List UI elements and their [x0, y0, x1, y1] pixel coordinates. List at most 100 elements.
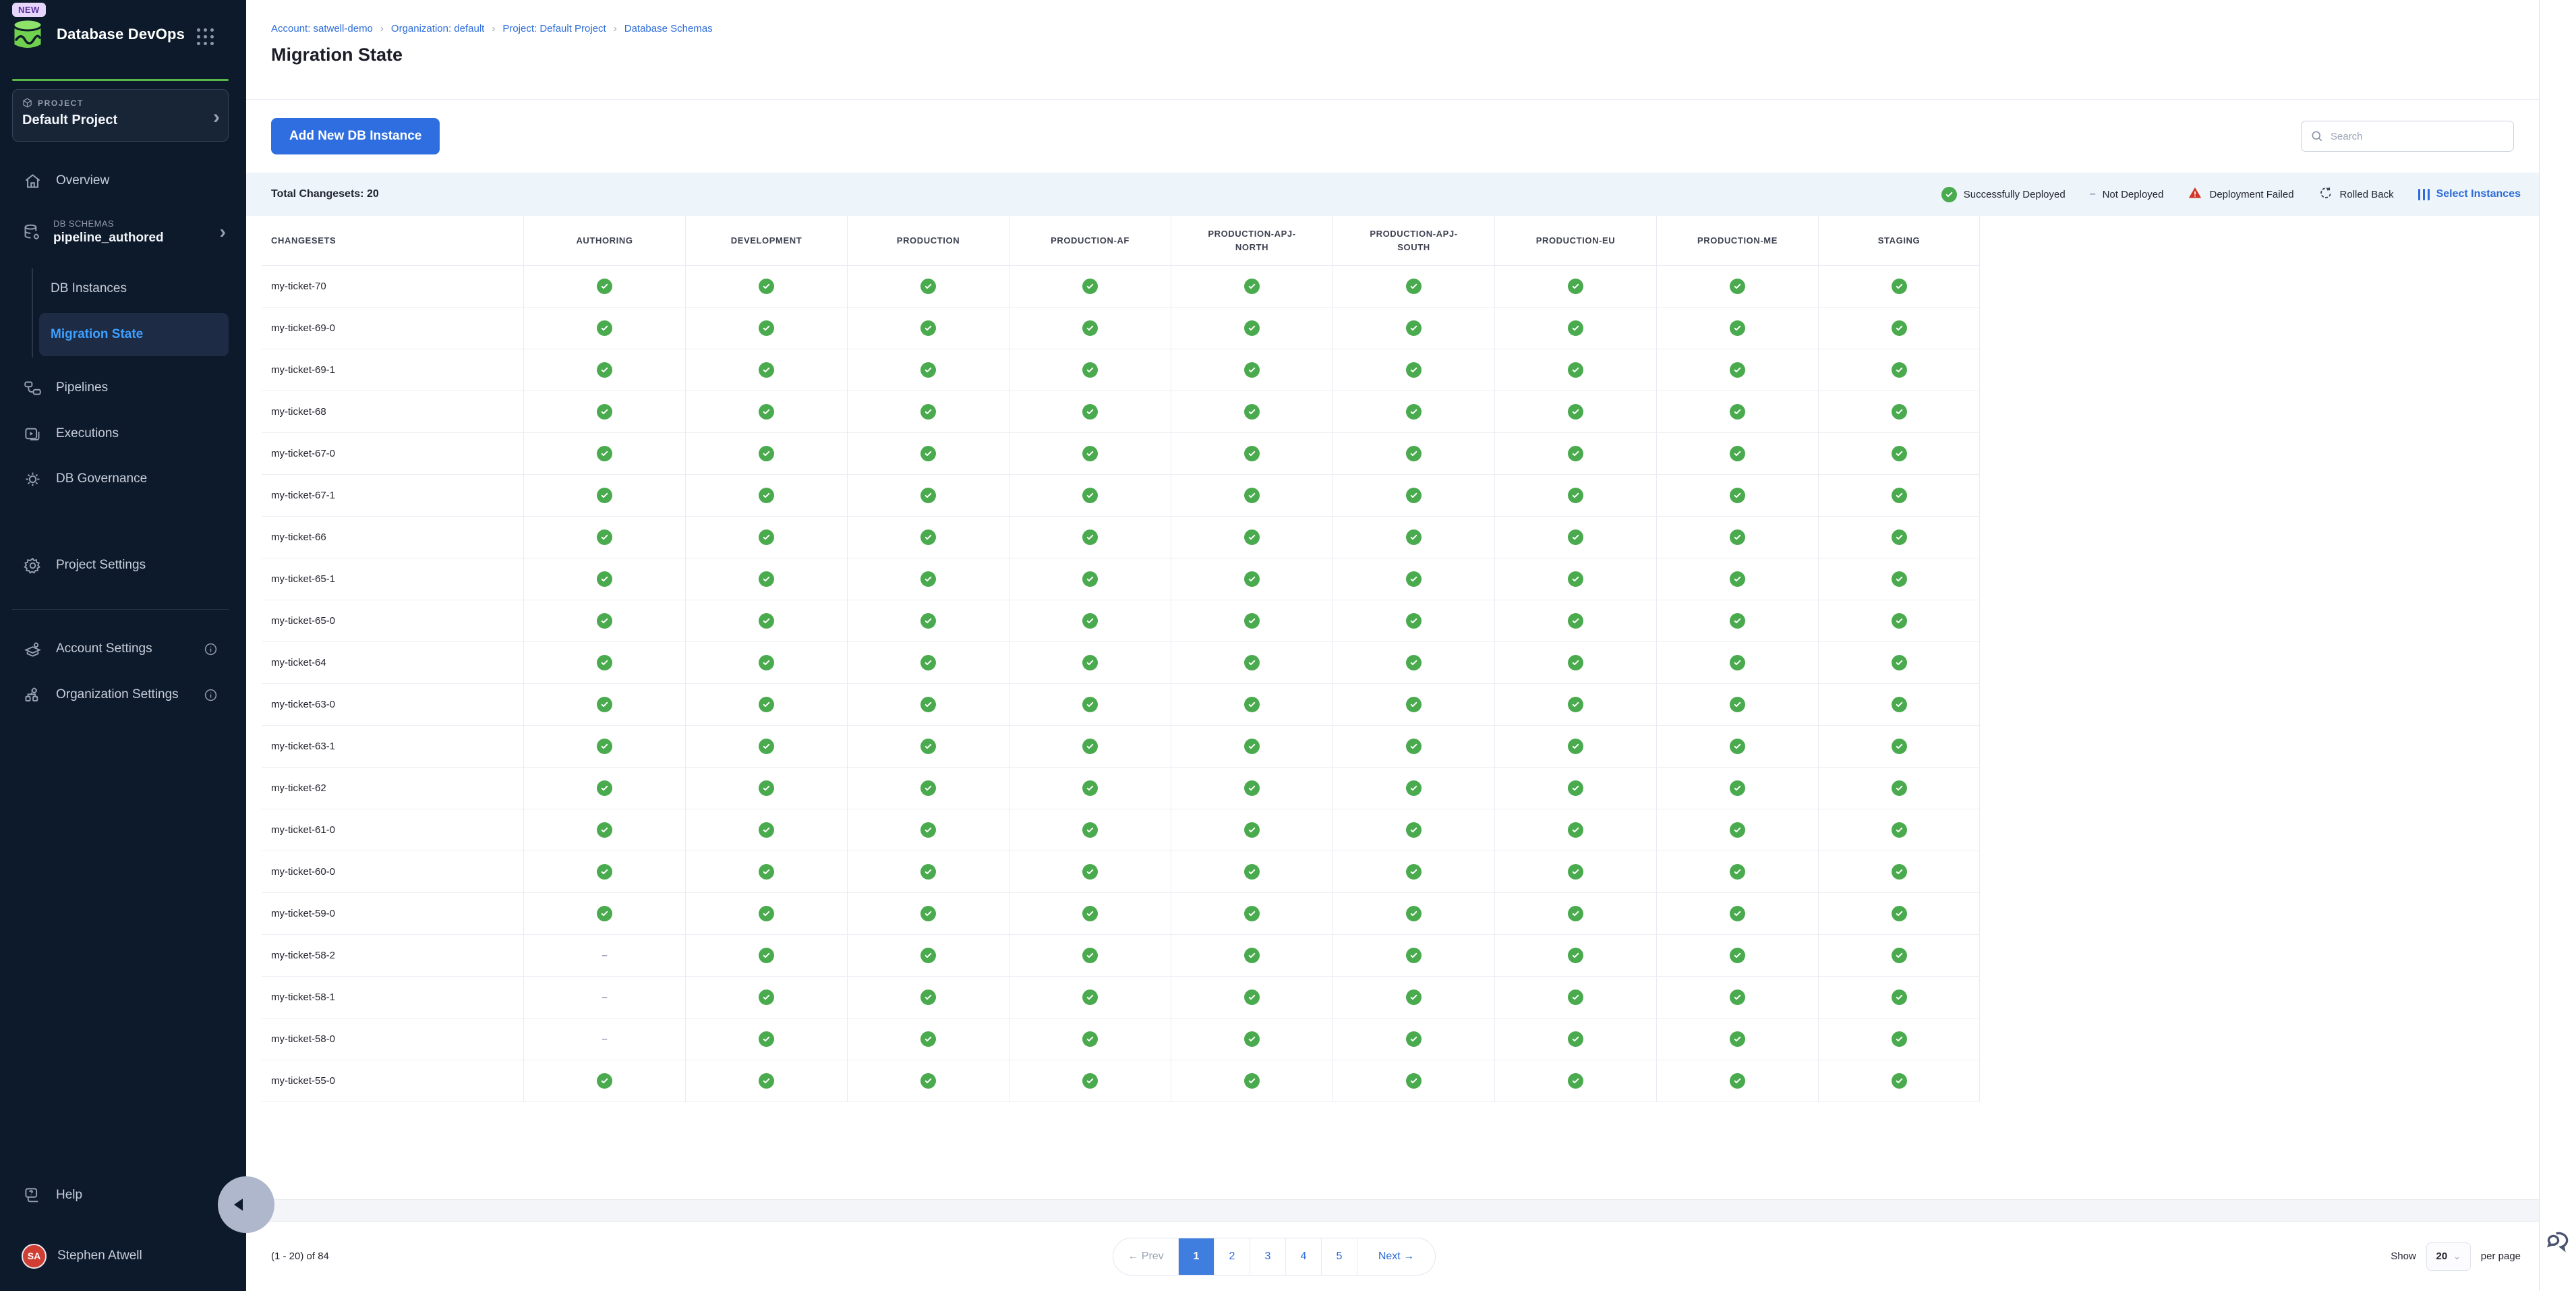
- status-cell[interactable]: [1818, 768, 1980, 809]
- breadcrumb-link[interactable]: Account: satwell-demo: [271, 23, 373, 34]
- status-cell[interactable]: [523, 726, 685, 768]
- status-cell[interactable]: [1494, 977, 1656, 1019]
- status-cell[interactable]: [1656, 558, 1818, 600]
- status-cell[interactable]: [1818, 642, 1980, 684]
- status-cell[interactable]: [1656, 349, 1818, 391]
- status-cell[interactable]: [1009, 475, 1171, 517]
- status-cell[interactable]: [1009, 851, 1171, 893]
- status-cell[interactable]: [1009, 391, 1171, 433]
- sidebar-item-db-schemas[interactable]: DB SCHEMAS pipeline_authored ›: [0, 210, 246, 254]
- status-cell[interactable]: [847, 726, 1009, 768]
- status-cell[interactable]: [847, 851, 1009, 893]
- status-cell[interactable]: [847, 768, 1009, 809]
- status-cell[interactable]: [1009, 266, 1171, 308]
- sidebar-item-pipelines[interactable]: Pipelines: [0, 369, 246, 407]
- status-cell[interactable]: [523, 600, 685, 642]
- status-cell[interactable]: [847, 349, 1009, 391]
- status-cell[interactable]: [685, 893, 847, 935]
- status-cell[interactable]: [1494, 1019, 1656, 1060]
- status-cell[interactable]: [1333, 308, 1494, 349]
- status-cell[interactable]: [1171, 893, 1333, 935]
- status-cell[interactable]: [1333, 851, 1494, 893]
- status-cell[interactable]: [1818, 684, 1980, 726]
- status-cell[interactable]: [847, 517, 1009, 558]
- status-cell[interactable]: [1656, 642, 1818, 684]
- status-cell[interactable]: [1333, 433, 1494, 475]
- status-cell[interactable]: [847, 809, 1009, 851]
- status-cell[interactable]: [685, 517, 847, 558]
- status-cell[interactable]: [1009, 809, 1171, 851]
- status-cell[interactable]: [1818, 726, 1980, 768]
- status-cell[interactable]: [1009, 1019, 1171, 1060]
- status-cell[interactable]: –: [523, 935, 685, 977]
- status-cell[interactable]: [1494, 517, 1656, 558]
- status-cell[interactable]: [847, 308, 1009, 349]
- status-cell[interactable]: [1333, 893, 1494, 935]
- status-cell[interactable]: [847, 433, 1009, 475]
- horizontal-scrollbar-track[interactable]: [246, 1199, 2576, 1222]
- status-cell[interactable]: [1171, 726, 1333, 768]
- status-cell[interactable]: [1818, 1060, 1980, 1102]
- sidebar-item-help[interactable]: Help: [0, 1176, 246, 1214]
- status-cell[interactable]: [847, 1060, 1009, 1102]
- status-cell[interactable]: [1818, 349, 1980, 391]
- status-cell[interactable]: [1333, 475, 1494, 517]
- status-cell[interactable]: [1494, 851, 1656, 893]
- status-cell[interactable]: [1494, 600, 1656, 642]
- status-cell[interactable]: [1171, 517, 1333, 558]
- status-cell[interactable]: [685, 977, 847, 1019]
- page-number-button[interactable]: 2: [1214, 1238, 1250, 1275]
- status-cell[interactable]: [1818, 935, 1980, 977]
- status-cell[interactable]: [1656, 809, 1818, 851]
- status-cell[interactable]: [1171, 266, 1333, 308]
- status-cell[interactable]: [685, 558, 847, 600]
- search-box[interactable]: [2301, 121, 2514, 152]
- status-cell[interactable]: [847, 935, 1009, 977]
- status-cell[interactable]: [1818, 600, 1980, 642]
- status-cell[interactable]: [847, 475, 1009, 517]
- status-cell[interactable]: [1818, 391, 1980, 433]
- status-cell[interactable]: [685, 1019, 847, 1060]
- status-cell[interactable]: [1494, 893, 1656, 935]
- status-cell[interactable]: [1818, 475, 1980, 517]
- status-cell[interactable]: [685, 851, 847, 893]
- status-cell[interactable]: [523, 349, 685, 391]
- status-cell[interactable]: [1009, 349, 1171, 391]
- status-cell[interactable]: [1333, 1019, 1494, 1060]
- status-cell[interactable]: [685, 809, 847, 851]
- status-cell[interactable]: [523, 475, 685, 517]
- sidebar-item-executions[interactable]: Executions: [0, 415, 246, 453]
- status-cell[interactable]: [1171, 851, 1333, 893]
- status-cell[interactable]: [847, 893, 1009, 935]
- status-cell[interactable]: [523, 558, 685, 600]
- status-cell[interactable]: [1656, 600, 1818, 642]
- status-cell[interactable]: [1656, 475, 1818, 517]
- status-cell[interactable]: [1009, 433, 1171, 475]
- status-cell[interactable]: [523, 809, 685, 851]
- status-cell[interactable]: [1333, 684, 1494, 726]
- status-cell[interactable]: [1171, 768, 1333, 809]
- status-cell[interactable]: [685, 642, 847, 684]
- status-cell[interactable]: [1818, 809, 1980, 851]
- status-cell[interactable]: [523, 1060, 685, 1102]
- status-cell[interactable]: [1494, 642, 1656, 684]
- status-cell[interactable]: [847, 1019, 1009, 1060]
- status-cell[interactable]: [1656, 977, 1818, 1019]
- status-cell[interactable]: [685, 1060, 847, 1102]
- prev-page-button[interactable]: ← Prev: [1113, 1238, 1178, 1275]
- status-cell[interactable]: [847, 977, 1009, 1019]
- status-cell[interactable]: [1494, 308, 1656, 349]
- status-cell[interactable]: –: [523, 977, 685, 1019]
- status-cell[interactable]: [1171, 1060, 1333, 1102]
- sidebar-item-db-governance[interactable]: DB Governance: [0, 460, 246, 498]
- status-cell[interactable]: [685, 308, 847, 349]
- status-cell[interactable]: [1656, 1019, 1818, 1060]
- status-cell[interactable]: [1009, 642, 1171, 684]
- status-cell[interactable]: [1333, 1060, 1494, 1102]
- status-cell[interactable]: [1656, 726, 1818, 768]
- page-number-button[interactable]: 4: [1285, 1238, 1321, 1275]
- breadcrumb-link[interactable]: Database Schemas: [624, 23, 713, 34]
- sidebar-item-migration-state[interactable]: Migration State: [39, 313, 229, 356]
- status-cell[interactable]: [1009, 517, 1171, 558]
- status-cell[interactable]: [1171, 391, 1333, 433]
